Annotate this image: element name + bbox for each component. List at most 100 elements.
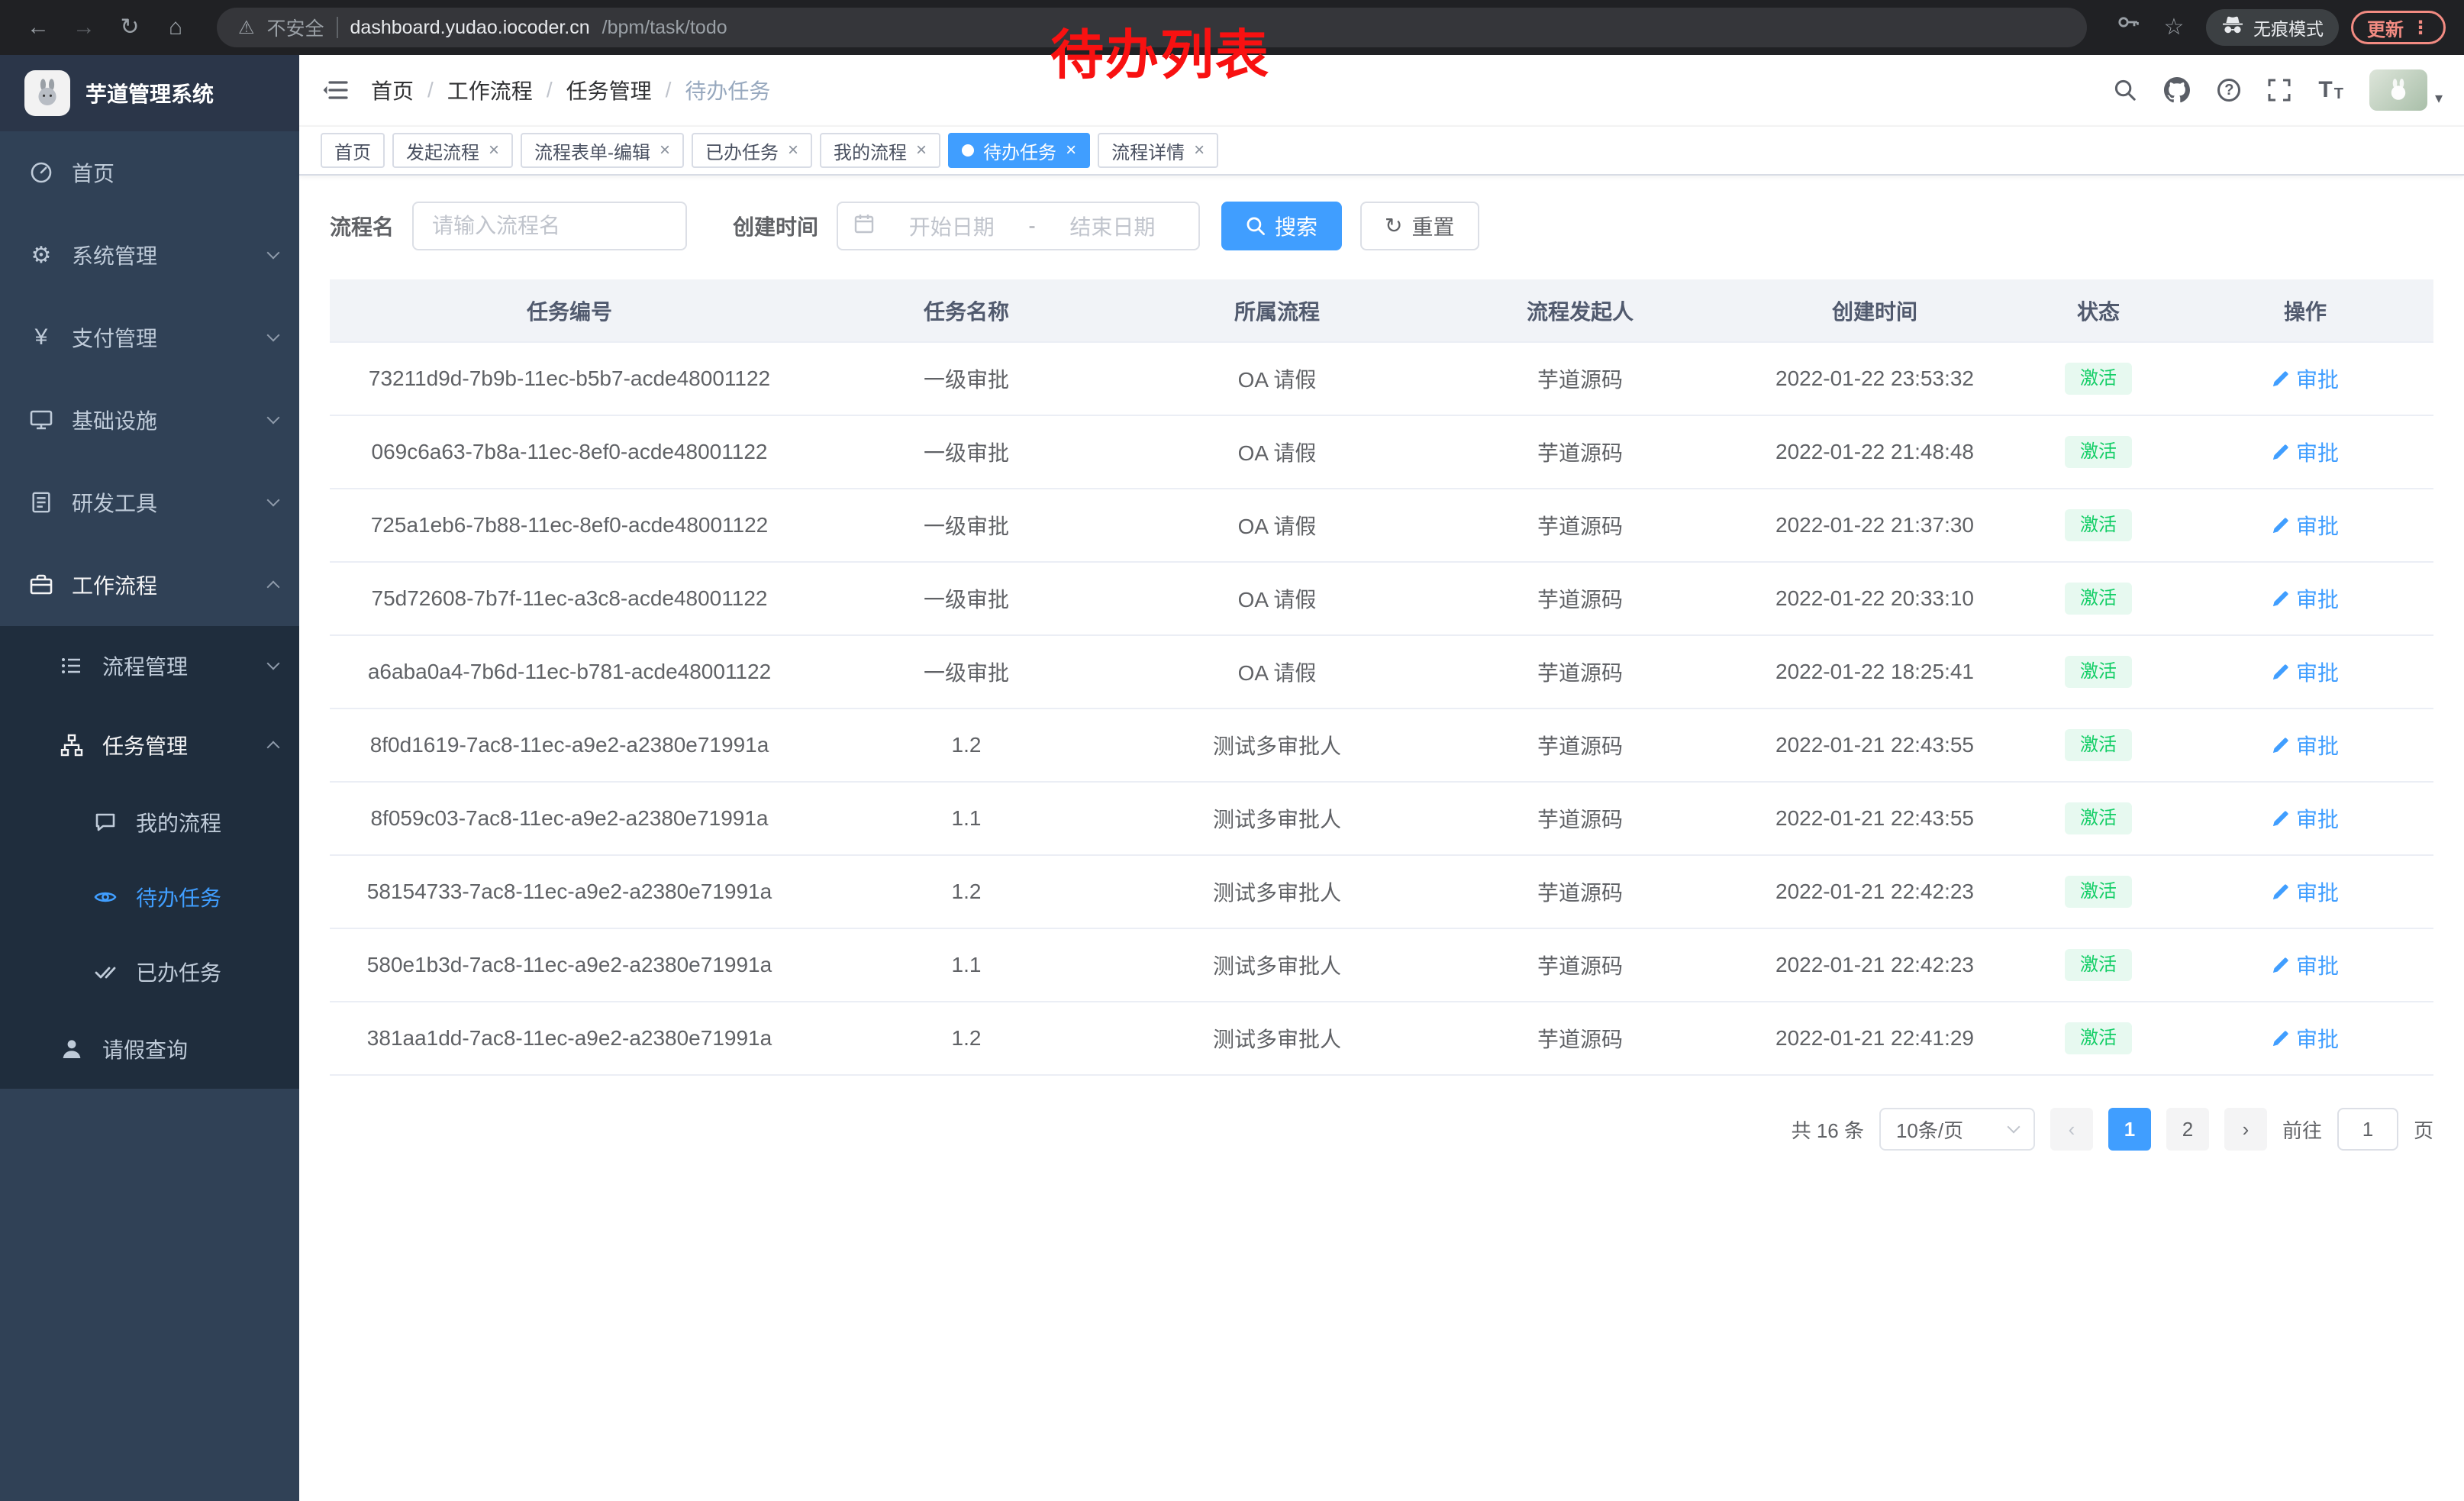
reload-icon[interactable]: ↻ — [110, 0, 150, 55]
key-icon[interactable] — [2108, 0, 2148, 55]
cell-actions: 审批 — [2177, 709, 2433, 782]
status-badge: 激活 — [2065, 583, 2132, 615]
cell-task-id: 8f0d1619-7ac8-11ec-a9e2-a2380e71991a — [330, 709, 809, 782]
cell-task-id: 725a1eb6-7b88-11ec-8ef0-acde48001122 — [330, 489, 809, 562]
cell-initiator: 芋道源码 — [1430, 928, 1730, 1002]
update-button[interactable]: 更新 ⋮ — [2351, 11, 2446, 44]
table-row: 725a1eb6-7b88-11ec-8ef0-acde48001122 一级审… — [330, 489, 2433, 562]
sidebar-item-my-processes[interactable]: 我的流程 — [0, 785, 299, 860]
range-separator: - — [1028, 214, 1035, 238]
cell-actions: 审批 — [2177, 415, 2433, 489]
active-tab-dot-icon — [962, 144, 974, 157]
tab-my-processes[interactable]: 我的流程 × — [820, 133, 940, 168]
prev-page-button[interactable]: ‹ — [2050, 1108, 2093, 1151]
close-icon[interactable]: × — [788, 141, 798, 160]
approve-link[interactable]: 审批 — [2272, 1023, 2339, 1054]
monitor-icon — [27, 408, 55, 432]
pagination: 共 16 条 10条/页 ‹ 1 2 › 前往 页 — [330, 1108, 2433, 1181]
sidebar-item-payment[interactable]: ¥ 支付管理 — [0, 296, 299, 379]
font-size-icon[interactable]: TT — [2304, 55, 2357, 125]
sidebar-item-process-management[interactable]: 流程管理 — [0, 626, 299, 705]
chevron-up-icon — [267, 741, 280, 754]
tab-home[interactable]: 首页 — [321, 133, 385, 168]
page-1-button[interactable]: 1 — [2108, 1108, 2151, 1151]
sidebar-item-system[interactable]: ⚙ 系统管理 — [0, 214, 299, 296]
cell-initiator: 芋道源码 — [1430, 489, 1730, 562]
table-row: a6aba0a4-7b6d-11ec-b781-acde48001122 一级审… — [330, 635, 2433, 709]
tab-start-process[interactable]: 发起流程 × — [392, 133, 513, 168]
sidebar-item-label: 研发工具 — [72, 487, 157, 518]
cell-created: 2022-01-22 21:48:48 — [1730, 415, 2020, 489]
avatar[interactable] — [2369, 69, 2427, 111]
close-icon[interactable]: × — [916, 141, 927, 160]
approve-link[interactable]: 审批 — [2272, 657, 2339, 687]
url-path: /bpm/task/todo — [602, 17, 727, 39]
app-title: 芋道管理系统 — [85, 78, 214, 108]
reset-button[interactable]: ↻ 重置 — [1360, 202, 1479, 250]
close-icon[interactable]: × — [1194, 141, 1205, 160]
hamburger-icon[interactable] — [299, 55, 371, 125]
cell-actions: 审批 — [2177, 489, 2433, 562]
approve-link[interactable]: 审批 — [2272, 950, 2339, 980]
approve-link[interactable]: 审批 — [2272, 437, 2339, 467]
sidebar-item-leave-query[interactable]: 请假查询 — [0, 1009, 299, 1089]
approve-link[interactable]: 审批 — [2272, 876, 2339, 907]
cell-status: 激活 — [2020, 928, 2177, 1002]
cell-actions: 审批 — [2177, 635, 2433, 709]
sidebar-item-infrastructure[interactable]: 基础设施 — [0, 379, 299, 461]
table-row: 8f059c03-7ac8-11ec-a9e2-a2380e71991a 1.1… — [330, 782, 2433, 855]
close-icon[interactable]: × — [660, 141, 670, 160]
back-icon[interactable]: ← — [18, 0, 58, 55]
next-page-button[interactable]: › — [2224, 1108, 2267, 1151]
list-icon — [58, 654, 85, 677]
start-date-placeholder: 开始日期 — [881, 211, 1022, 241]
browser-menu-icon[interactable]: ⋮ — [2411, 17, 2430, 39]
help-icon[interactable]: ? — [2204, 55, 2254, 125]
page-2-button[interactable]: 2 — [2166, 1108, 2209, 1151]
sidebar-item-home[interactable]: 首页 — [0, 131, 299, 214]
close-icon[interactable]: × — [489, 141, 499, 160]
status-badge: 激活 — [2065, 729, 2132, 761]
cell-status: 激活 — [2020, 562, 2177, 635]
sidebar-item-task-management[interactable]: 任务管理 — [0, 705, 299, 785]
breadcrumb-task-management[interactable]: 任务管理 — [566, 75, 652, 105]
tab-done-tasks[interactable]: 已办任务 × — [692, 133, 812, 168]
fullscreen-icon[interactable] — [2254, 55, 2304, 125]
approve-link[interactable]: 审批 — [2272, 730, 2339, 760]
cell-status: 激活 — [2020, 1002, 2177, 1075]
github-icon[interactable] — [2150, 55, 2204, 125]
breadcrumb-workflow[interactable]: 工作流程 — [447, 75, 533, 105]
tab-process-detail[interactable]: 流程详情 × — [1098, 133, 1218, 168]
sidebar-item-workflow[interactable]: 工作流程 — [0, 544, 299, 626]
table-header-row: 任务编号 任务名称 所属流程 流程发起人 创建时间 状态 操作 — [330, 279, 2433, 342]
tab-todo-tasks[interactable]: 待办任务 × — [948, 133, 1090, 168]
home-icon[interactable]: ⌂ — [156, 0, 195, 55]
cell-task-id: 8f059c03-7ac8-11ec-a9e2-a2380e71991a — [330, 782, 809, 855]
approve-link[interactable]: 审批 — [2272, 363, 2339, 394]
process-name-input[interactable] — [412, 202, 687, 250]
close-icon[interactable]: × — [1066, 141, 1076, 160]
sidebar-item-todo-tasks[interactable]: 待办任务 — [0, 860, 299, 934]
approve-link[interactable]: 审批 — [2272, 803, 2339, 834]
breadcrumb-home[interactable]: 首页 — [371, 75, 414, 105]
calendar-icon — [853, 213, 875, 240]
approve-link[interactable]: 审批 — [2272, 510, 2339, 541]
sidebar-item-done-tasks[interactable]: 已办任务 — [0, 934, 299, 1009]
avatar-caret-icon[interactable]: ▾ — [2435, 89, 2443, 108]
page-size-select[interactable]: 10条/页 — [1879, 1108, 2035, 1151]
tab-process-form-edit[interactable]: 流程表单-编辑 × — [521, 133, 684, 168]
omnibox-divider — [337, 17, 338, 38]
forward-icon[interactable]: → — [64, 0, 104, 55]
chevron-up-icon — [267, 581, 280, 594]
cell-actions: 审批 — [2177, 562, 2433, 635]
date-range-picker[interactable]: 开始日期 - 结束日期 — [837, 202, 1200, 250]
goto-page-input[interactable] — [2337, 1108, 2398, 1151]
page-content: 流程名 创建时间 开始日期 - 结束日期 搜索 — [299, 176, 2464, 1501]
sidebar-item-dev-tools[interactable]: 研发工具 — [0, 461, 299, 544]
search-button[interactable]: 搜索 — [1221, 202, 1342, 250]
annotation-overlay-text: 待办列表 — [1050, 12, 1270, 89]
search-icon[interactable] — [2100, 55, 2150, 125]
todo-task-table: 任务编号 任务名称 所属流程 流程发起人 创建时间 状态 操作 73211d9d… — [330, 279, 2433, 1076]
bookmark-star-icon[interactable]: ☆ — [2154, 0, 2194, 55]
approve-link[interactable]: 审批 — [2272, 583, 2339, 614]
